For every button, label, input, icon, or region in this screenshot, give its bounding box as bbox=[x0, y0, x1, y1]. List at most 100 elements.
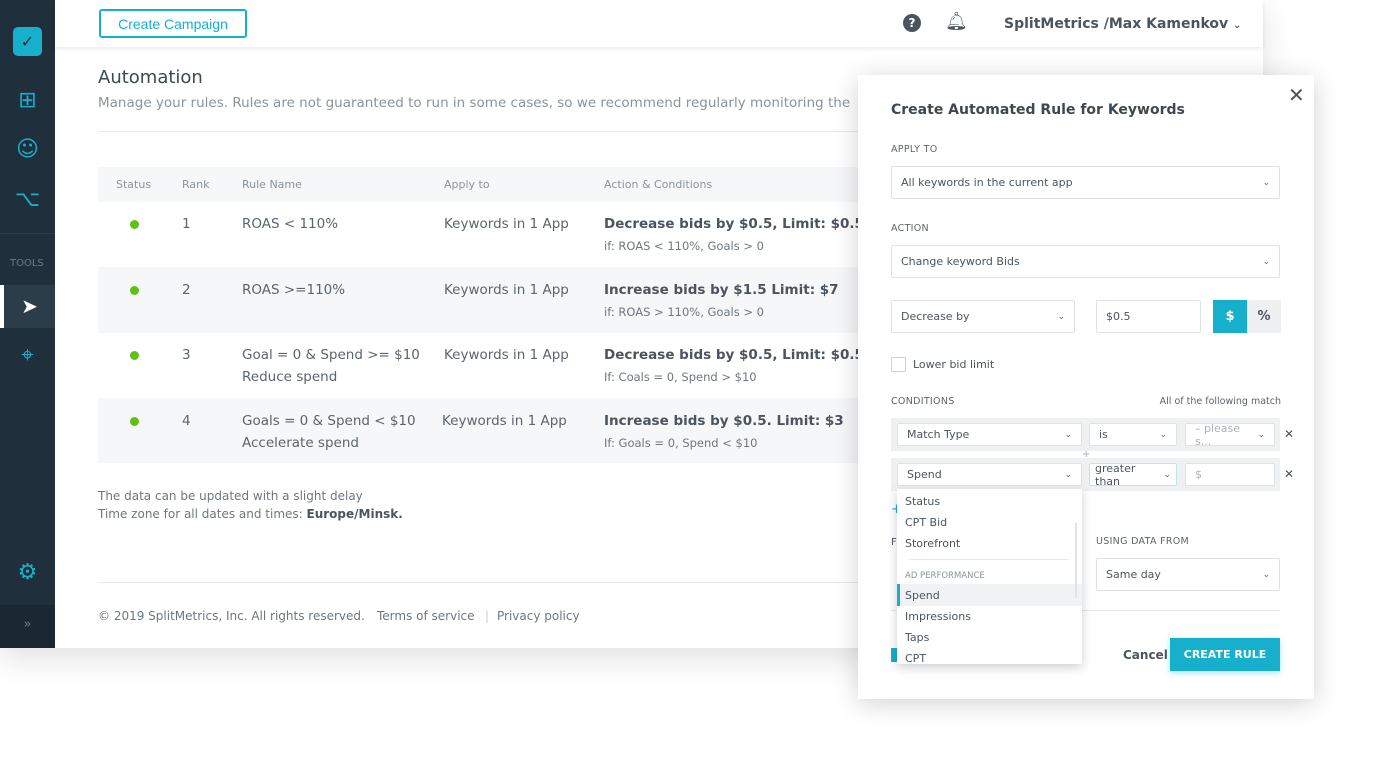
chevron-down-icon: ⌄ bbox=[1163, 469, 1171, 480]
condition-row: Match Type ⌄ is ⌄ – please s... ⌄ bbox=[891, 418, 1280, 451]
action-label: ACTION bbox=[891, 223, 929, 234]
dropdown-group-label: AD PERFORMANCE bbox=[905, 571, 985, 581]
page-subtitle: Manage your rules. Rules are not guarant… bbox=[98, 95, 851, 111]
rule-name[interactable]: ROAS >=110% bbox=[242, 282, 345, 298]
rule-name-line2: Accelerate spend bbox=[242, 434, 359, 451]
rule-name[interactable]: Goals = 0 & Spend < $10 bbox=[242, 413, 416, 429]
op-value: greater than bbox=[1095, 461, 1136, 488]
gear-icon[interactable]: ⚙ bbox=[0, 552, 55, 592]
help-icon[interactable]: ? bbox=[903, 14, 921, 32]
header-apply-to: Apply to bbox=[444, 178, 490, 191]
target-search-icon[interactable]: ⌖ bbox=[0, 335, 55, 375]
dropdown-item-impressions[interactable]: Impressions bbox=[905, 610, 971, 623]
rule-action: Decrease bids by $0.5, Limit: $0.5 bbox=[604, 216, 864, 232]
cancel-button[interactable]: Cancel bbox=[1123, 648, 1168, 662]
timezone-note: Time zone for all dates and times: Europ… bbox=[98, 507, 403, 521]
divider bbox=[909, 559, 1069, 560]
status-active-dot[interactable] bbox=[130, 285, 139, 295]
privacy-link[interactable]: Privacy policy bbox=[497, 609, 580, 623]
match-mode[interactable]: All of the following match bbox=[1160, 396, 1281, 407]
status-active-dot[interactable] bbox=[130, 351, 139, 360]
field-value: Spend bbox=[907, 468, 942, 481]
header-status: Status bbox=[116, 178, 152, 191]
remove-condition-icon[interactable]: ✕ bbox=[1284, 427, 1294, 441]
expand-sidebar-button[interactable]: » bbox=[0, 605, 55, 648]
remove-condition-icon[interactable]: ✕ bbox=[1284, 467, 1294, 481]
dropdown-item-spend[interactable]: Spend bbox=[905, 589, 940, 602]
status-active-dot[interactable] bbox=[130, 416, 139, 426]
using-data-label: USING DATA FROM bbox=[1096, 536, 1190, 547]
condition-row: Spend ⌄ greater than ⌄ $ bbox=[891, 458, 1280, 491]
dropdown-scrollbar[interactable] bbox=[1075, 523, 1077, 598]
account-menu[interactable]: SplitMetrics /Max Kamenkov ⌄ bbox=[1004, 16, 1241, 32]
op-value: is bbox=[1099, 428, 1108, 441]
apply-to-select[interactable]: All keywords in the current app ⌄ bbox=[891, 166, 1280, 199]
rule-name[interactable]: Goal = 0 & Spend >= $10 bbox=[242, 347, 420, 363]
rule-action: Increase bids by $1.5 Limit: $7 bbox=[604, 281, 839, 298]
paper-plane-icon: ➤ bbox=[21, 294, 38, 318]
rule-apply-to: Keywords in 1 App bbox=[444, 281, 569, 298]
condition-value-select[interactable]: – please s... ⌄ bbox=[1185, 422, 1275, 448]
divider bbox=[98, 131, 858, 132]
integrations-icon[interactable]: ⌥ bbox=[0, 179, 55, 219]
direction-select[interactable]: Decrease by ⌄ bbox=[891, 300, 1075, 333]
rule-rank: 1 bbox=[182, 216, 191, 232]
rule-rank: 3 bbox=[182, 347, 191, 363]
logo-icon[interactable]: ✓ bbox=[13, 27, 42, 56]
dropdown-item-status[interactable]: Status bbox=[905, 495, 940, 508]
separator: | bbox=[485, 609, 490, 623]
rule-conditions: if: ROAS > 110%, Goals > 0 bbox=[604, 304, 764, 319]
create-rule-modal: ✕ Create Automated Rule for Keywords APP… bbox=[858, 75, 1314, 699]
add-campaign-icon[interactable]: ⊞ bbox=[0, 80, 55, 120]
chevron-down-icon: ⌄ bbox=[1064, 469, 1072, 480]
unit-percent-toggle[interactable]: % bbox=[1247, 300, 1281, 333]
bell-icon[interactable]: 🔔︎ bbox=[945, 11, 968, 32]
header-rank: Rank bbox=[182, 178, 210, 191]
chevron-down-icon: ⌄ bbox=[1262, 569, 1270, 580]
sidebar-item-automation[interactable]: ➤ bbox=[0, 285, 55, 328]
rule-apply-to: Keywords in 1 App bbox=[442, 412, 567, 429]
create-campaign-button[interactable]: Create Campaign bbox=[99, 9, 247, 38]
dropdown-item-cpt-bid[interactable]: CPT Bid bbox=[905, 516, 947, 529]
terms-link[interactable]: Terms of service bbox=[377, 609, 475, 623]
divider bbox=[0, 233, 55, 234]
using-data-select[interactable]: Same day ⌄ bbox=[1096, 558, 1280, 591]
apply-to-label: APPLY TO bbox=[891, 144, 938, 155]
rule-rank: 4 bbox=[182, 412, 191, 429]
field-dropdown: Status CPT Bid Storefront AD PERFORMANCE… bbox=[897, 489, 1082, 664]
chevron-down-icon: ⌄ bbox=[1257, 429, 1265, 440]
dropdown-item-cpt[interactable]: CPT bbox=[905, 652, 926, 664]
action-select[interactable]: Change keyword Bids ⌄ bbox=[891, 245, 1280, 278]
unit-dollar-toggle[interactable]: $ bbox=[1213, 300, 1247, 333]
condition-op-select[interactable]: greater than ⌄ bbox=[1089, 461, 1177, 488]
close-icon[interactable]: ✕ bbox=[1288, 83, 1305, 107]
lower-limit-label: Lower bid limit bbox=[913, 358, 995, 371]
copyright: © 2019 SplitMetrics, Inc. All rights res… bbox=[98, 609, 365, 623]
dropdown-item-storefront[interactable]: Storefront bbox=[905, 537, 960, 550]
chevron-down-icon: ⌄ bbox=[1159, 429, 1167, 440]
status-active-dot[interactable] bbox=[130, 220, 139, 229]
user-billing-icon[interactable]: ☺ bbox=[0, 129, 55, 169]
condition-field-select[interactable]: Spend ⌄ bbox=[897, 463, 1082, 486]
chevron-down-icon: ⌄ bbox=[1064, 429, 1072, 440]
frequency-label-partial: F bbox=[891, 537, 897, 548]
create-rule-button[interactable]: CREATE RULE bbox=[1170, 638, 1280, 671]
header-rule-name: Rule Name bbox=[242, 178, 302, 191]
rule-name[interactable]: ROAS < 110% bbox=[242, 216, 338, 232]
condition-op-select[interactable]: is ⌄ bbox=[1089, 423, 1177, 446]
amount-value: $0.5 bbox=[1106, 310, 1131, 323]
condition-field-select[interactable]: Match Type ⌄ bbox=[897, 423, 1082, 446]
action-value: Change keyword Bids bbox=[901, 255, 1020, 268]
apply-to-value: All keywords in the current app bbox=[901, 176, 1073, 189]
field-value: Match Type bbox=[907, 428, 970, 441]
header-action: Action & Conditions bbox=[604, 178, 713, 191]
lower-limit-checkbox[interactable] bbox=[891, 357, 906, 372]
rule-action: Increase bids by $0.5. Limit: $3 bbox=[604, 412, 844, 429]
timezone-value: Europe/Minsk. bbox=[306, 507, 403, 521]
amount-input[interactable]: $0.5 bbox=[1096, 300, 1201, 333]
modal-title: Create Automated Rule for Keywords bbox=[891, 102, 1185, 118]
chevron-down-icon: ⌄ bbox=[1262, 177, 1270, 188]
dropdown-item-taps[interactable]: Taps bbox=[905, 631, 929, 644]
conditions-label: CONDITIONS bbox=[891, 396, 955, 407]
condition-value-input[interactable]: $ bbox=[1185, 463, 1275, 486]
